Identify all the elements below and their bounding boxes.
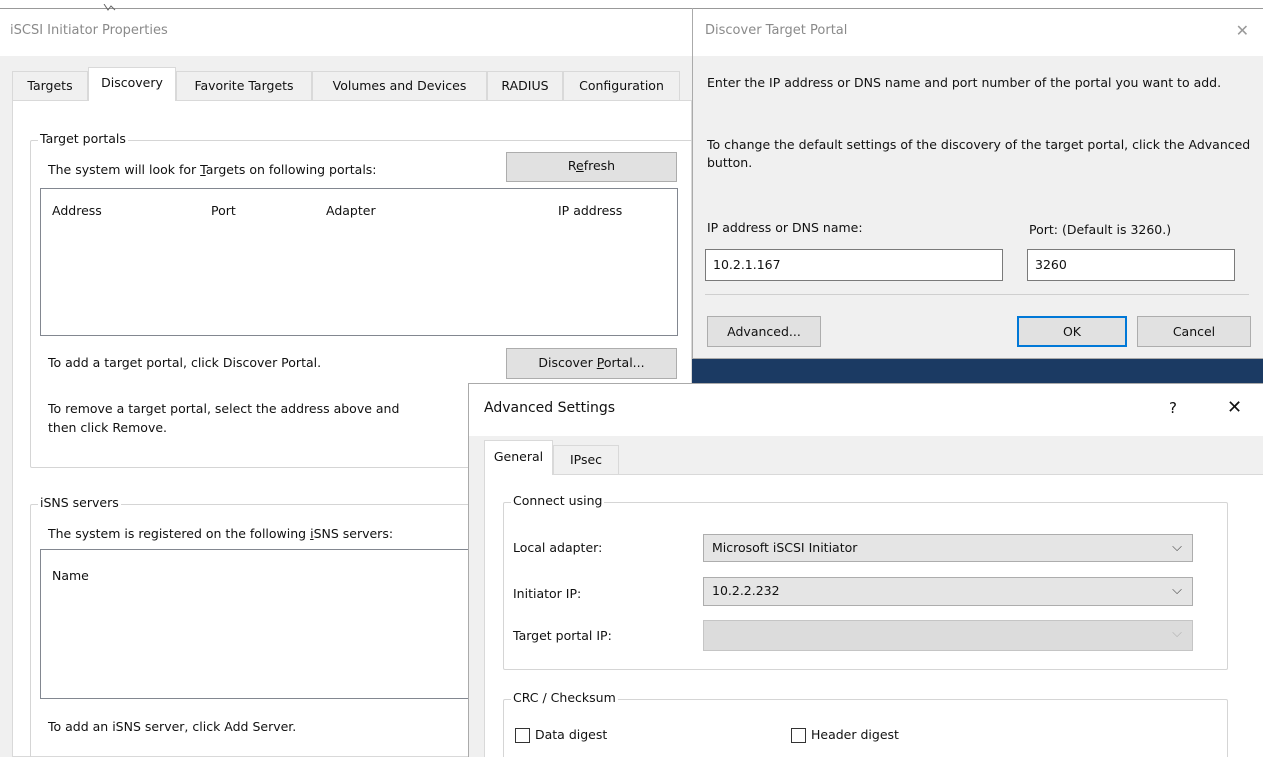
chevron-down-icon: ⌵ [1172,626,1182,641]
refresh-button[interactable]: Refresh [506,152,677,182]
local-adapter-select[interactable]: Microsoft iSCSI Initiator ⌵ [703,534,1193,562]
tab-volumes-and-devices[interactable]: Volumes and Devices [312,71,487,100]
isns-servers-group-label: iSNS servers [38,495,121,510]
tab-favorite-targets[interactable]: Favorite Targets [176,71,312,100]
data-digest-checkbox[interactable] [515,728,530,743]
header-digest-label[interactable]: Header digest [811,727,899,742]
advanced-title: Advanced Settings [484,400,616,416]
ip-address-label: IP address or DNS name: [707,220,863,235]
chevron-down-icon: ⌵ [1172,583,1182,598]
close-icon[interactable]: ✕ [1236,21,1249,40]
data-digest-label[interactable]: Data digest [535,727,607,742]
tab-targets[interactable]: Targets [12,71,88,100]
remove-portal-hint: To remove a target portal, select the ad… [48,401,400,435]
crc-checksum-label: CRC / Checksum [511,690,618,705]
column-header-ip-address[interactable]: IP address [558,203,622,218]
advanced-titlebar[interactable]: Advanced Settings ? ✕ [469,384,1263,436]
discover-intro-advanced: To change the default settings of the di… [707,137,1251,170]
mouse-cursor-icon [103,0,116,11]
desktop-background [692,357,1263,383]
separator [705,294,1249,295]
discover-titlebar[interactable]: Discover Target Portal ✕ [693,8,1263,56]
advanced-button[interactable]: Advanced... [707,316,821,347]
target-portal-ip-label: Target portal IP: [513,628,612,643]
column-header-port[interactable]: Port [211,203,236,218]
tab-discovery[interactable]: Discovery [88,67,176,101]
discover-portal-button[interactable]: Discover Portal... [506,348,677,379]
discover-title: Discover Target Portal [705,23,848,38]
port-field[interactable]: 3260 [1027,249,1235,281]
target-portals-list[interactable]: Address Port Adapter IP address [40,188,678,336]
target-portals-group-label: Target portals [38,131,128,146]
advanced-settings-dialog: Advanced Settings ? ✕ General IPsec Conn… [468,383,1263,757]
initiator-ip-select[interactable]: 10.2.2.232 ⌵ [703,577,1193,606]
header-digest-checkbox[interactable] [791,728,806,743]
connect-using-label: Connect using [511,493,605,508]
tab-radius[interactable]: RADIUS [487,71,563,100]
discover-target-portal-dialog: Discover Target Portal ✕ Enter the IP ad… [692,8,1263,359]
column-header-name[interactable]: Name [52,568,89,583]
help-icon[interactable]: ? [1169,399,1177,417]
column-header-address[interactable]: Address [52,203,102,218]
discover-intro: Enter the IP address or DNS name and por… [707,75,1222,90]
iscsi-properties-titlebar[interactable]: iSCSI Initiator Properties [0,8,692,56]
target-portal-ip-select[interactable]: ⌵ [703,620,1193,651]
port-label: Port: (Default is 3260.) [1029,222,1172,237]
cancel-button[interactable]: Cancel [1137,316,1251,347]
ip-address-field[interactable]: 10.2.1.167 [705,249,1003,281]
target-portals-description: The system will look for Targets on foll… [48,162,377,177]
column-header-adapter[interactable]: Adapter [326,203,376,218]
chevron-down-icon: ⌵ [1172,540,1182,555]
isns-servers-list[interactable]: Name [40,549,490,699]
add-isns-hint: To add an iSNS server, click Add Server. [48,719,297,734]
tab-general[interactable]: General [484,440,553,475]
ok-button[interactable]: OK [1017,316,1127,347]
tab-ipsec[interactable]: IPsec [553,445,619,475]
isns-description: The system is registered on the followin… [48,526,394,541]
window-title: iSCSI Initiator Properties [10,23,168,38]
initiator-ip-label: Initiator IP: [513,586,582,601]
local-adapter-label: Local adapter: [513,540,603,555]
close-icon[interactable]: ✕ [1227,397,1242,418]
tab-configuration[interactable]: Configuration [563,71,680,100]
add-portal-hint: To add a target portal, click Discover P… [48,355,322,370]
